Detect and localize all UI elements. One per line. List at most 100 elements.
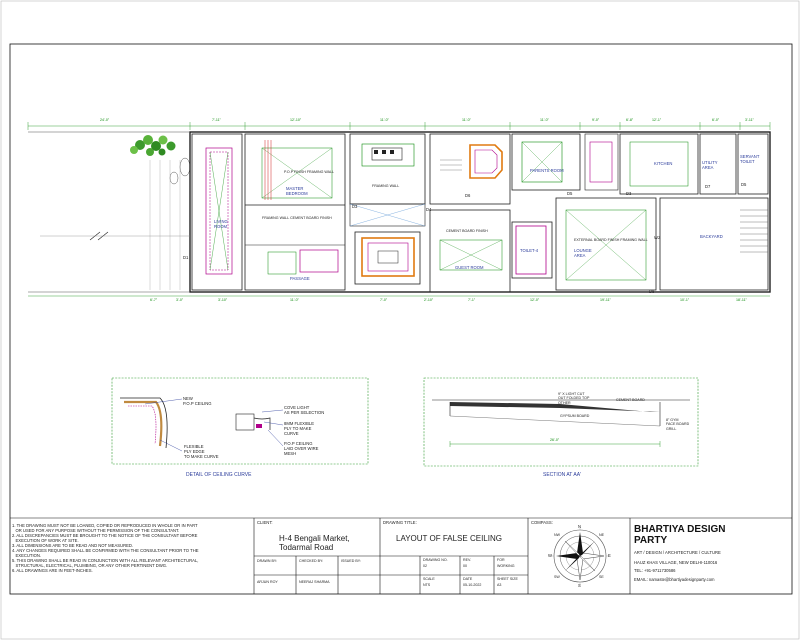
client-name: H-4 Bengali Market, Todarmal Road bbox=[279, 534, 350, 552]
drawing-title-label: DRAWING TITLE: bbox=[383, 520, 417, 525]
dimension-label: 12'-10" bbox=[290, 118, 302, 122]
note-line: 6. ALL DRAWINGS ARE IN FEET-INCHES. bbox=[12, 568, 93, 573]
issued-by-label: ISSUED BY: bbox=[341, 559, 361, 563]
compass-s: S bbox=[578, 583, 581, 588]
dimension-label: 2'-10" bbox=[424, 298, 434, 302]
room-label-utility: UTILITY AREA bbox=[702, 160, 718, 170]
dimension-label: 6'-8" bbox=[626, 118, 634, 122]
section-dimension: 26'-0" bbox=[550, 438, 560, 442]
compass-e: E bbox=[608, 553, 611, 558]
meta-sheet-value: A3 bbox=[497, 583, 502, 587]
compass-nw: NW bbox=[554, 533, 560, 537]
firm-tagline: ART / DESIGN / ARCHITECTURE / CULTURE bbox=[634, 550, 721, 555]
checked-by-label: CHECKED BY: bbox=[299, 559, 324, 563]
callout-8mm-ply: 8MM FLEXIBLE PLY TO MAKE CURVE bbox=[284, 421, 315, 436]
callout-pop-ceiling: NEW P.O.P CEILING bbox=[183, 396, 212, 406]
dimension-label: 11'-0" bbox=[462, 118, 471, 122]
dimension-label: 19'-11" bbox=[600, 298, 611, 302]
plants-icon bbox=[130, 135, 176, 156]
compass-w: W bbox=[548, 553, 552, 558]
room-label-parents: PARENTS ROOM bbox=[530, 168, 564, 173]
callout-cove-light: COVE LIGHT AS PER SELECTION bbox=[284, 405, 325, 415]
ceiling-note: FRAMING WALL CEMENT BOARD FINISH bbox=[262, 216, 332, 220]
room-label-lounge: LOUNGE AREA bbox=[574, 248, 592, 258]
sheet-inner-border bbox=[9, 43, 793, 595]
door-tag: D4 bbox=[426, 207, 432, 212]
firm-email: EMAIL: namaste@bhartiyadesignparty.com bbox=[634, 577, 715, 582]
door-tag: W2 bbox=[654, 235, 661, 240]
dimension-label: 3'-11" bbox=[745, 118, 754, 122]
meta-date-label: DATE bbox=[463, 577, 473, 581]
dimension-label: 18'-11" bbox=[736, 298, 747, 302]
ceiling-note: CEMENT BOARD FINISH bbox=[446, 229, 488, 233]
door-tag: D6 bbox=[465, 193, 471, 198]
dimension-label: 24'-0" bbox=[100, 118, 110, 122]
compass-sw: SW bbox=[554, 575, 560, 579]
meta-scale-value: NTS bbox=[423, 583, 431, 587]
door-tag: D1 bbox=[183, 255, 189, 260]
door-tag: D3 bbox=[626, 191, 632, 196]
room-label-living: LIVING ROOM bbox=[214, 219, 228, 229]
dimension-label: 9'-0" bbox=[592, 118, 600, 122]
dimension-label: 12'-0" bbox=[530, 298, 540, 302]
dimension-label: 7'-1" bbox=[468, 298, 476, 302]
dimension-label: 3'-0" bbox=[176, 298, 184, 302]
meta-rev-label: REV. bbox=[463, 558, 472, 562]
room-label-servant: SERVANT TOILET bbox=[740, 154, 760, 164]
dimension-label: 3'-10" bbox=[218, 298, 228, 302]
door-tag: D5 bbox=[567, 191, 573, 196]
room-label-backyard: BACKYARD bbox=[700, 234, 723, 239]
firm-address: HAUZ KHAS VILLAGE, NEW DELHI-110016 bbox=[634, 560, 718, 565]
door-tag: D3 bbox=[352, 204, 358, 209]
meta-sheet-label: SHEET SIZE bbox=[497, 577, 518, 581]
room-label-kitchen: KITCHEN bbox=[654, 161, 673, 166]
dimension-label: 6'-7" bbox=[150, 298, 158, 302]
dimension-label: 11'-0" bbox=[540, 118, 549, 122]
drawn-by-label: DRAWN BY: bbox=[257, 559, 278, 563]
drawn-by-value: ARJUN ROY bbox=[257, 580, 278, 584]
section-title: SECTION AT AA' bbox=[543, 472, 582, 478]
client-label: CLIENT: bbox=[257, 520, 273, 525]
detail-ceiling-curve bbox=[111, 377, 369, 465]
compass-ne: NE bbox=[599, 533, 604, 537]
dimension-label: 10'-1" bbox=[680, 298, 690, 302]
dimension-label: 11'-0" bbox=[380, 118, 389, 122]
meta-drawing-no-value: 02 bbox=[423, 564, 427, 568]
section-note: CEMENT BOARD bbox=[616, 398, 645, 402]
meta-date-value: 05-10-2022 bbox=[463, 583, 482, 587]
firm-name: BHARTIYA DESIGN PARTY bbox=[634, 524, 726, 546]
drawing-title: LAYOUT OF FALSE CEILING bbox=[396, 534, 502, 543]
meta-for-value: WORKING bbox=[497, 564, 515, 568]
ceiling-note: FRAMING WALL bbox=[372, 184, 400, 188]
callout-wire-mesh: P.O.P CEILING LAID OVER WIRE MESH bbox=[284, 441, 319, 456]
detail-title: DETAIL OF CEILING CURVE bbox=[186, 472, 252, 478]
dimension-label: 11'-0" bbox=[290, 298, 299, 302]
meta-scale-label: SCALE bbox=[423, 577, 435, 581]
meta-rev-value: 00 bbox=[463, 564, 467, 568]
compass-n: N bbox=[578, 524, 582, 529]
door-tag: D8 bbox=[649, 289, 655, 294]
room-label-master: MASTER BEDROOM bbox=[286, 186, 308, 196]
room-label-guest: GUEST ROOM bbox=[455, 265, 484, 270]
room-label-passage: PASSAGE bbox=[290, 276, 310, 281]
meta-for-label: FOR bbox=[497, 558, 505, 562]
dimension-label: 12'-1" bbox=[652, 118, 662, 122]
ceiling-note: P.O.P FINISH FRAMING WALL bbox=[284, 170, 335, 174]
dimension-label: 7'-11" bbox=[212, 118, 221, 122]
meta-drawing-no-label: DRAWING NO. bbox=[423, 558, 448, 562]
section-note: 8" GYM FACE BOARD GRILL bbox=[666, 418, 690, 431]
callout-flexible-ply: FLEXIBLE PLY EDGE TO MAKE CURVE bbox=[184, 444, 219, 459]
door-tag: D7 bbox=[705, 184, 711, 189]
false-ceiling-plan bbox=[27, 122, 771, 297]
section-note: 9" X LIGHT CUT OUT FOLDED TOP OTHER bbox=[558, 392, 590, 405]
compass-se: SE bbox=[599, 575, 604, 579]
section-note: GYPSUM BOARD bbox=[560, 414, 590, 418]
compass-label: COMPASS: bbox=[531, 520, 553, 525]
dimension-label: 6'-0" bbox=[712, 118, 720, 122]
general-notes: 1. THE DRAWING MUST NOT BE LOANED, COPIE… bbox=[12, 523, 252, 573]
checked-by-value: NEERAJ SHARMA bbox=[299, 580, 330, 584]
firm-tel: TEL: +91-9711730586 bbox=[634, 568, 676, 573]
dimension-label: 7'-0" bbox=[380, 298, 388, 302]
room-label-toilet4: TOILET-4 bbox=[520, 248, 539, 253]
ceiling-note: EXTERNAL BOARD FINISH FRAMING WALL bbox=[574, 238, 648, 242]
